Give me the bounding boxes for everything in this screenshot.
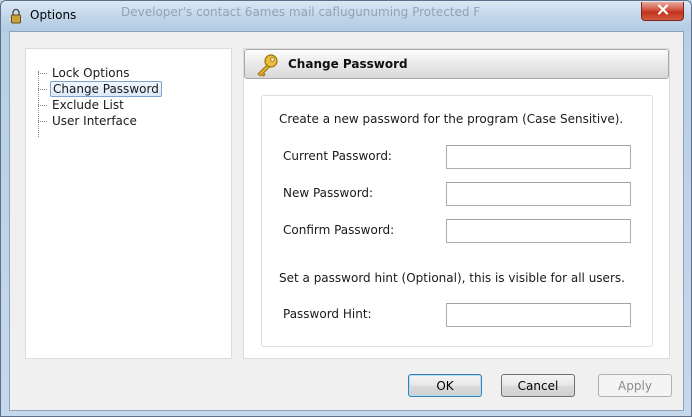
window-title: Options — [30, 8, 77, 22]
close-icon — [657, 4, 669, 18]
tree-item-label: Lock Options — [52, 66, 130, 80]
tree-item-label: Exclude List — [52, 98, 124, 112]
title-bar[interactable]: Options Developer's contact 6ames mail c… — [1, 1, 691, 31]
confirm-password-label: Confirm Password: — [283, 223, 395, 237]
background-window-ghost: Developer's contact 6ames mail caflugunu… — [121, 5, 611, 27]
password-group-box: Create a new password for the program (C… — [261, 95, 653, 347]
tree-item-lock-options[interactable]: Lock Options — [36, 65, 131, 81]
app-lock-icon — [10, 8, 22, 24]
options-tree: Lock Options Change Password Exclude Lis… — [25, 48, 232, 359]
tree-item-label: Change Password — [50, 81, 162, 97]
close-button[interactable] — [641, 2, 684, 21]
dialog-client-area: Lock Options Change Password Exclude Lis… — [9, 31, 684, 411]
current-password-label: Current Password: — [283, 149, 392, 163]
current-password-input[interactable] — [446, 145, 631, 169]
intro-text: Create a new password for the program (C… — [279, 112, 624, 126]
hint-intro-text: Set a password hint (Optional), this is … — [279, 271, 625, 285]
panel-header: Change Password — [244, 49, 669, 79]
tree-item-exclude-list[interactable]: Exclude List — [36, 97, 126, 113]
new-password-label: New Password: — [283, 186, 374, 200]
panel-title: Change Password — [288, 57, 408, 71]
ok-button[interactable]: OK — [408, 374, 482, 397]
tree-item-label: User Interface — [52, 114, 137, 128]
change-password-panel: Change Password Create a new password fo… — [243, 48, 670, 359]
confirm-password-input[interactable] — [446, 219, 631, 243]
password-hint-input[interactable] — [446, 303, 631, 327]
options-window: Options Developer's contact 6ames mail c… — [0, 0, 692, 417]
tree-item-change-password[interactable]: Change Password — [36, 81, 162, 97]
apply-button[interactable]: Apply — [598, 374, 672, 397]
new-password-input[interactable] — [446, 182, 631, 206]
cancel-button[interactable]: Cancel — [501, 374, 575, 397]
background-window-text: Developer's contact 6ames mail caflugunu… — [121, 5, 481, 19]
key-icon — [254, 53, 280, 77]
password-hint-label: Password Hint: — [283, 307, 372, 321]
tree-item-user-interface[interactable]: User Interface — [36, 113, 139, 129]
